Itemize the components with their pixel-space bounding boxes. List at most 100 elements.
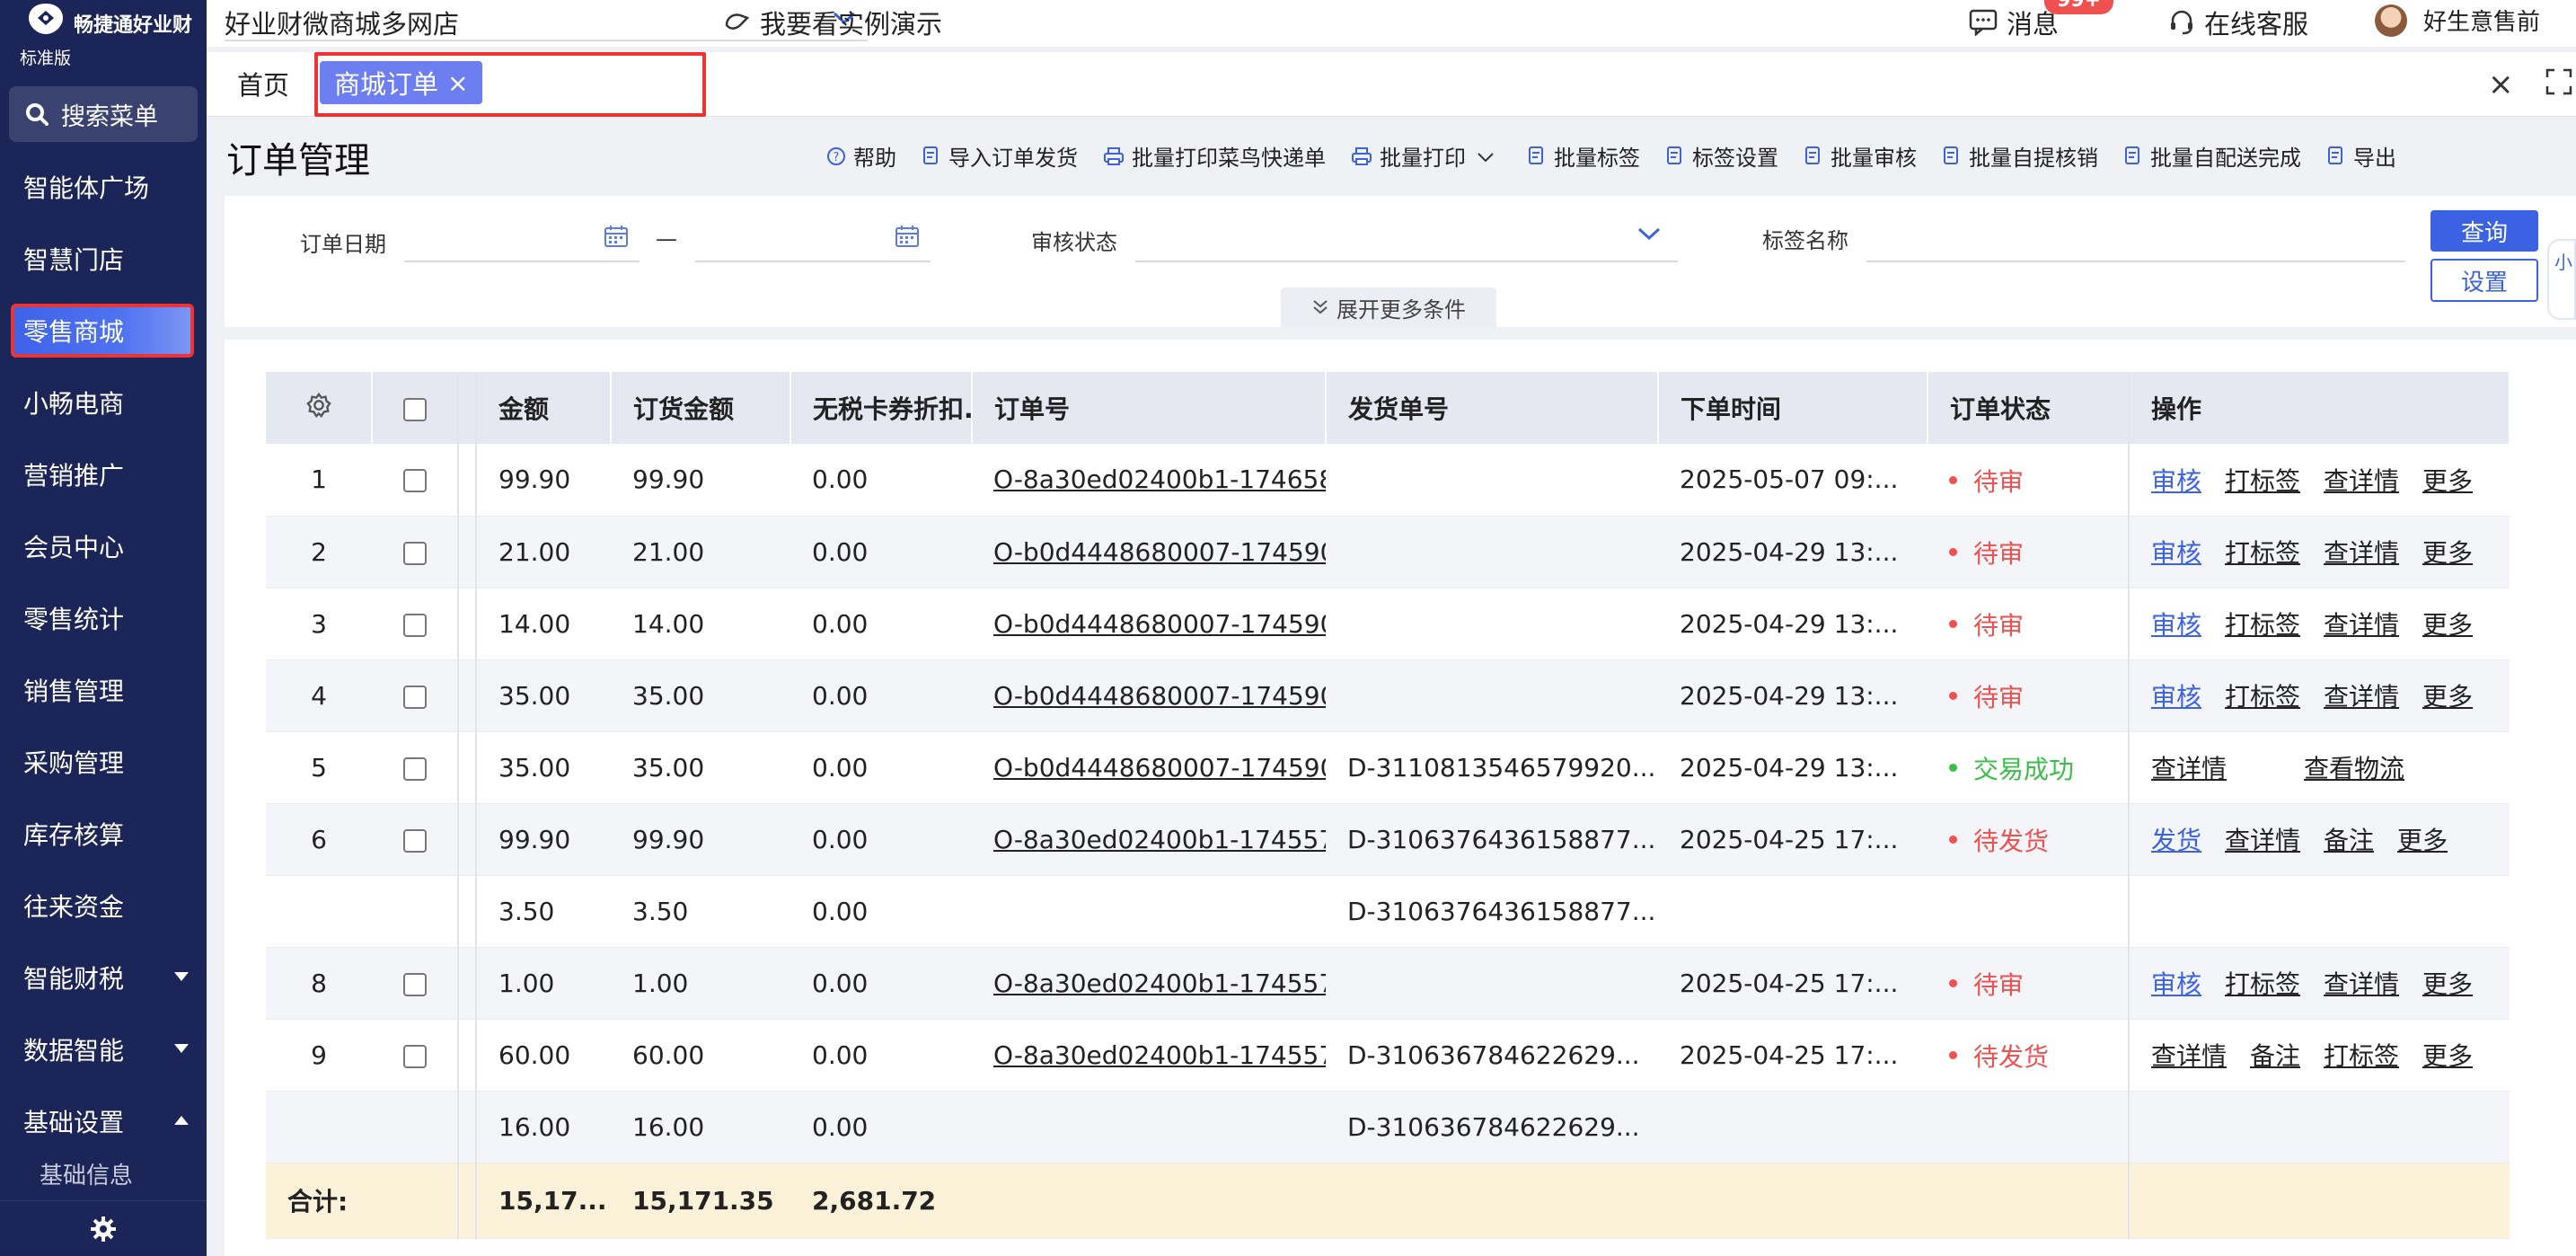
row-checkbox[interactable] <box>402 469 427 493</box>
action-link[interactable]: 更多 <box>2397 826 2448 855</box>
tab-mall-orders[interactable]: 商城订单 × <box>320 61 483 104</box>
order-no-cell[interactable]: O-8a30ed02400b1-1745573 <box>972 1019 1326 1092</box>
toolbar-button-9[interactable]: 导出 <box>2326 140 2396 172</box>
action-link[interactable]: 打标签 <box>2225 682 2300 712</box>
header-amount[interactable]: 金额 <box>476 372 612 444</box>
close-all-tabs-button[interactable]: × <box>2488 66 2514 102</box>
table-row[interactable]: 8 1.00 1.00 0.00 O-8a30ed02400b1-1745574 2025… <box>266 947 2510 1020</box>
order-no-cell[interactable]: O-8a30ed02400b1-1745574 <box>972 803 1326 876</box>
table-row[interactable]: 9 60.00 60.00 0.00 O-8a30ed02400b1-1745573 D-… <box>266 1019 2510 1092</box>
calendar-icon[interactable] <box>895 225 920 248</box>
tag-name-input[interactable] <box>1866 261 2405 262</box>
sidebar-item-11[interactable]: 智能财税 <box>0 942 207 1013</box>
header-order-time[interactable]: 下单时间 <box>1658 372 1928 444</box>
action-link[interactable]: 打标签 <box>2225 466 2300 496</box>
header-discount[interactable]: 无税卡券折扣... <box>790 372 973 444</box>
sidebar-item-1[interactable]: 智慧门店 <box>0 223 207 295</box>
fullscreen-icon[interactable] <box>2545 68 2572 95</box>
action-link[interactable]: 查详情 <box>2324 466 2399 496</box>
row-checkbox[interactable] <box>402 972 427 996</box>
action-link[interactable]: 更多 <box>2422 682 2473 712</box>
row-select[interactable] <box>372 444 459 517</box>
row-select[interactable] <box>372 947 459 1020</box>
row-checkbox[interactable] <box>402 685 427 709</box>
action-link[interactable]: 查详情 <box>2324 538 2399 568</box>
settings-button[interactable] <box>0 1200 207 1256</box>
close-tab-icon[interactable]: × <box>447 68 468 98</box>
action-link[interactable]: 打标签 <box>2324 1041 2399 1071</box>
action-link[interactable]: 查详情 <box>2324 969 2399 999</box>
order-no-link[interactable]: O-8a30ed02400b1-1745573 <box>993 1040 1326 1070</box>
toolbar-button-2[interactable]: 批量打印菜鸟快递单 <box>1103 140 1326 172</box>
order-date-start-field[interactable] <box>404 261 640 262</box>
action-link[interactable]: 审核 <box>2151 610 2201 640</box>
action-link[interactable]: 查详情 <box>2151 754 2227 783</box>
action-link[interactable]: 更多 <box>2422 1041 2473 1071</box>
search-menu-button[interactable]: 搜索菜单 <box>9 86 198 142</box>
action-link[interactable]: 更多 <box>2422 538 2473 568</box>
row-select[interactable] <box>372 659 459 732</box>
toolbar-button-4[interactable]: 批量标签 <box>1527 140 1640 172</box>
sidebar-item-10[interactable]: 往来资金 <box>0 870 207 942</box>
row-select[interactable] <box>372 875 459 948</box>
action-link[interactable]: 发货 <box>2151 826 2201 855</box>
action-link[interactable]: 备注 <box>2250 1041 2300 1071</box>
row-select[interactable] <box>372 516 459 588</box>
query-button[interactable]: 查询 <box>2430 210 2538 252</box>
action-link[interactable]: 审核 <box>2151 466 2201 496</box>
order-no-cell[interactable]: O-b0d4448680007-174590 <box>972 516 1326 588</box>
row-select[interactable] <box>372 1091 459 1163</box>
sidebar-item-7[interactable]: 销售管理 <box>0 654 207 726</box>
floating-assistant-button[interactable]: 小 <box>2547 239 2576 320</box>
row-select[interactable] <box>372 803 459 876</box>
user-menu[interactable]: 好生意售前 <box>2375 4 2540 37</box>
select-all-header[interactable] <box>372 372 459 444</box>
messages-button[interactable]: 消息 <box>1969 4 2059 41</box>
sidebar-item-9[interactable]: 库存核算 <box>0 798 207 870</box>
order-no-link[interactable]: O-b0d4448680007-174590 <box>993 537 1326 567</box>
order-no-cell[interactable]: O-b0d4448680007-174590 <box>972 659 1326 732</box>
audit-status-select[interactable] <box>1135 261 1678 262</box>
table-row[interactable]: 3 14.00 14.00 0.00 O-b0d4448680007-174590 202… <box>266 588 2510 660</box>
row-select[interactable] <box>372 1019 459 1092</box>
table-row[interactable]: 2 21.00 21.00 0.00 O-b0d4448680007-174590 202… <box>266 516 2510 588</box>
toolbar-button-7[interactable]: 批量自提核销 <box>1942 140 2098 172</box>
filter-settings-button[interactable]: 设置 <box>2430 259 2538 302</box>
order-no-link[interactable]: O-8a30ed02400b1-1745574 <box>993 969 1326 998</box>
row-select[interactable] <box>372 588 459 660</box>
table-row[interactable]: 6 99.90 99.90 0.00 O-8a30ed02400b1-1745574 D-… <box>266 803 2510 876</box>
order-no-link[interactable]: O-b0d4448680007-174590 <box>993 681 1326 711</box>
action-link[interactable]: 备注 <box>2324 826 2374 855</box>
order-no-link[interactable]: O-b0d4448680007-174590 <box>993 609 1326 639</box>
header-order-status[interactable]: 订单状态 <box>1928 372 2130 444</box>
demo-link[interactable]: 我要看实例演示 <box>724 4 942 41</box>
order-no-link[interactable]: O-8a30ed02400b1-1746582 <box>993 464 1326 494</box>
action-link[interactable]: 审核 <box>2151 538 2201 568</box>
header-order-amount[interactable]: 订货金额 <box>611 372 791 444</box>
tab-home[interactable]: 首页 <box>237 65 289 102</box>
sidebar-item-2[interactable]: 零售商城 <box>0 295 207 367</box>
toolbar-button-0[interactable]: ? 帮助 <box>826 140 896 172</box>
row-checkbox[interactable] <box>402 541 427 565</box>
toolbar-button-1[interactable]: 导入订单发货 <box>922 140 1078 172</box>
sidebar-item-6[interactable]: 零售统计 <box>0 582 207 654</box>
order-no-cell[interactable]: O-8a30ed02400b1-1746582 <box>972 444 1326 517</box>
order-no-cell[interactable]: O-b0d4448680007-174590 <box>972 588 1326 660</box>
toolbar-button-3[interactable]: 批量打印 <box>1351 140 1502 172</box>
row-checkbox[interactable] <box>402 828 427 853</box>
table-row[interactable]: 16.00 16.00 0.00 D-310636784622629... <box>266 1091 2510 1163</box>
row-select[interactable] <box>372 731 459 804</box>
chevron-down-icon[interactable] <box>1636 225 1662 243</box>
toolbar-button-5[interactable]: 标签设置 <box>1665 140 1778 172</box>
action-link[interactable]: 更多 <box>2422 969 2473 999</box>
action-link[interactable]: 查详情 <box>2324 610 2399 640</box>
column-settings-header[interactable] <box>266 372 373 444</box>
header-order-no[interactable]: 订单号 <box>972 372 1327 444</box>
table-row[interactable]: 5 35.00 35.00 0.00 O-b0d4448680007-174590 D-3… <box>266 731 2510 804</box>
sidebar-item-5[interactable]: 会员中心 <box>0 510 207 582</box>
sidebar-item-12[interactable]: 数据智能 <box>0 1013 207 1085</box>
sidebar-item-0[interactable]: 智能体广场 <box>0 151 207 223</box>
action-link[interactable]: 更多 <box>2422 610 2473 640</box>
action-link[interactable]: 查详情 <box>2225 826 2300 855</box>
table-row[interactable]: 3.50 3.50 0.00 D-3106376436158877... <box>266 875 2510 948</box>
